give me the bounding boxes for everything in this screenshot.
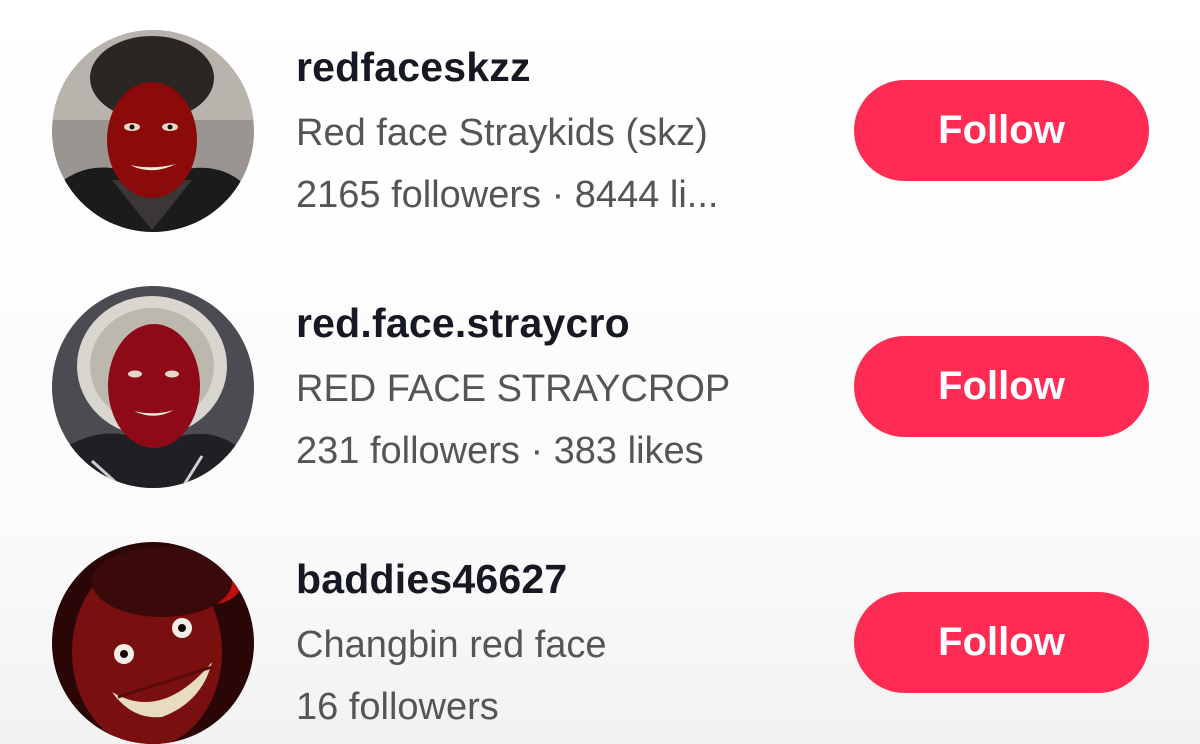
nickname: Red face Straykids (skz) [296, 112, 708, 154]
follow-button[interactable]: Follow [854, 80, 1149, 181]
user-stats: 2165 followers · 8444 li... [296, 174, 719, 216]
user-stats: 16 followers [296, 686, 499, 728]
follow-button[interactable]: Follow [854, 336, 1149, 437]
user-search-results: redfaceskzz Red face Straykids (skz) 216… [0, 0, 1200, 744]
user-stats: 231 followers · 383 likes [296, 430, 704, 472]
nickname: Changbin red face [296, 624, 607, 666]
user-result-item[interactable]: baddies46627 Changbin red face 16 follow… [0, 534, 1200, 744]
avatar[interactable] [52, 542, 254, 744]
nickname: RED FACE STRAYCROP [296, 368, 731, 410]
avatar[interactable] [52, 286, 254, 488]
username[interactable]: redfaceskzz [296, 44, 531, 91]
follow-button[interactable]: Follow [854, 592, 1149, 693]
user-result-item[interactable]: red.face.straycro RED FACE STRAYCROP 231… [0, 278, 1200, 508]
avatar[interactable] [52, 30, 254, 232]
username[interactable]: red.face.straycro [296, 300, 630, 347]
username[interactable]: baddies46627 [296, 556, 567, 603]
user-result-item[interactable]: redfaceskzz Red face Straykids (skz) 216… [0, 22, 1200, 252]
